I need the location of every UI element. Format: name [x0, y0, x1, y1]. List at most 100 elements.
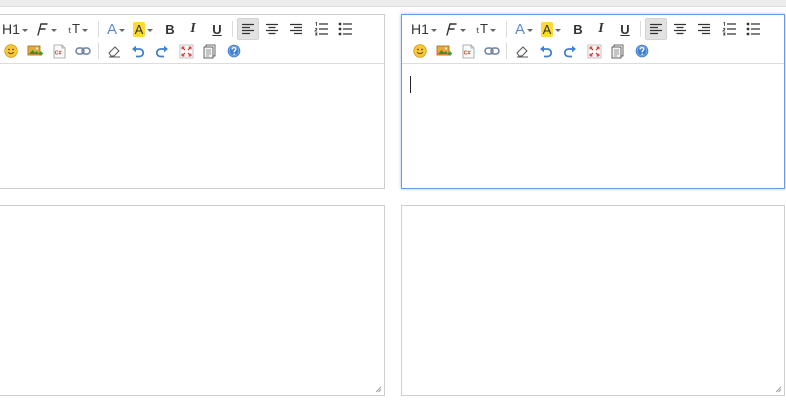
resize-grip-icon[interactable] [775, 386, 782, 393]
chevron-down-icon [430, 29, 437, 32]
align-center-icon [266, 23, 278, 35]
chevron-down-icon [527, 29, 533, 32]
align-right-button[interactable] [694, 18, 714, 40]
bold-button[interactable]: B [161, 18, 179, 40]
editor-content-area-left[interactable] [0, 65, 384, 188]
top-strip [0, 0, 786, 7]
help-icon [635, 44, 649, 58]
chevron-down-icon [119, 29, 125, 32]
insert-image-button[interactable] [434, 40, 454, 62]
eraser-icon [107, 46, 120, 58]
align-center-button[interactable] [670, 18, 690, 40]
bold-button[interactable]: B [569, 18, 587, 40]
underline-button[interactable]: U [208, 18, 226, 40]
redo-button[interactable] [560, 40, 580, 62]
toolbar-separator [506, 21, 507, 37]
insert-code-button[interactable]: C# [458, 40, 478, 62]
align-right-icon [698, 23, 710, 35]
image-icon [436, 45, 452, 56]
chevron-down-icon [555, 29, 562, 32]
eraser-icon [515, 46, 528, 58]
chevron-down-icon [489, 29, 496, 32]
fullscreen-button[interactable] [584, 40, 604, 62]
editor-toolbar-right: H1 ₜT A A B I U C# [402, 15, 784, 64]
align-left-icon [242, 23, 254, 35]
code-icon: C# [462, 44, 474, 58]
insert-image-button[interactable] [25, 40, 45, 62]
unordered-list-icon [338, 22, 352, 36]
underline-button[interactable]: U [616, 18, 634, 40]
toolbar-separator [506, 43, 507, 59]
insert-code-button[interactable]: C# [49, 40, 69, 62]
link-icon [484, 47, 500, 55]
help-button[interactable] [632, 40, 652, 62]
font-family-button[interactable] [33, 18, 57, 40]
heading-button[interactable]: H1 [410, 18, 438, 40]
align-center-icon [674, 23, 686, 35]
svg-text:C#: C# [54, 50, 61, 56]
plain-textarea-right[interactable] [401, 205, 785, 396]
insert-link-button[interactable] [73, 40, 93, 62]
font-color-button[interactable]: A [512, 18, 536, 40]
font-size-button[interactable]: ₜT [471, 18, 501, 40]
help-button[interactable] [224, 40, 244, 62]
font-color-button[interactable]: A [104, 18, 128, 40]
italic-label: I [190, 21, 196, 36]
undo-button[interactable] [128, 40, 148, 62]
unordered-list-button[interactable] [743, 18, 763, 40]
highlight-color-label: A [132, 21, 146, 37]
fullscreen-icon [587, 44, 601, 58]
emoticon-button[interactable] [1, 40, 21, 62]
unordered-list-icon [746, 22, 760, 36]
ordered-list-icon [313, 22, 328, 36]
align-center-button[interactable] [262, 18, 282, 40]
document-icon [203, 44, 216, 58]
chevron-down-icon [81, 29, 88, 32]
toolbar-separator [232, 21, 233, 37]
heading-label: H1 [411, 21, 429, 37]
underline-label: U [620, 21, 630, 37]
editor-content-area-right[interactable] [402, 65, 784, 188]
align-left-button[interactable] [237, 18, 259, 40]
heading-button[interactable]: H1 [1, 18, 29, 40]
italic-button[interactable]: I [592, 18, 610, 40]
chevron-down-icon [21, 29, 28, 32]
fullscreen-button[interactable] [176, 40, 196, 62]
toolbar-separator [98, 21, 99, 37]
unordered-list-button[interactable] [335, 18, 355, 40]
ordered-list-button[interactable] [719, 18, 739, 40]
editor-toolbar-left: H1 ₜT A A B I U C# [0, 15, 384, 64]
undo-button[interactable] [536, 40, 556, 62]
undo-icon [540, 45, 553, 57]
svg-text:C#: C# [463, 50, 470, 56]
insert-link-button[interactable] [482, 40, 502, 62]
redo-icon [563, 45, 576, 57]
heading-label: H1 [2, 21, 20, 37]
align-left-button[interactable] [645, 18, 667, 40]
text-cursor [410, 76, 411, 93]
emoticon-button[interactable] [410, 40, 430, 62]
italic-button[interactable]: I [184, 18, 202, 40]
highlight-color-button[interactable]: A [539, 18, 563, 40]
font-color-label: A [106, 20, 117, 38]
chevron-down-icon [459, 29, 466, 32]
highlight-color-button[interactable]: A [131, 18, 155, 40]
align-right-icon [290, 23, 302, 35]
toolbar-separator [640, 21, 641, 37]
font-family-button[interactable] [442, 18, 466, 40]
fullscreen-icon [179, 44, 193, 58]
source-code-button[interactable] [200, 40, 220, 62]
font-family-icon [445, 23, 457, 36]
font-family-icon [36, 23, 48, 36]
remove-format-button[interactable] [512, 40, 532, 62]
align-right-button[interactable] [286, 18, 306, 40]
underline-label: U [212, 21, 222, 37]
plain-textarea-left[interactable] [0, 205, 385, 396]
font-size-label: ₜT [68, 21, 80, 36]
redo-button[interactable] [152, 40, 172, 62]
ordered-list-button[interactable] [311, 18, 331, 40]
remove-format-button[interactable] [104, 40, 124, 62]
font-size-button[interactable]: ₜT [63, 18, 93, 40]
resize-grip-icon[interactable] [375, 386, 382, 393]
source-code-button[interactable] [608, 40, 628, 62]
